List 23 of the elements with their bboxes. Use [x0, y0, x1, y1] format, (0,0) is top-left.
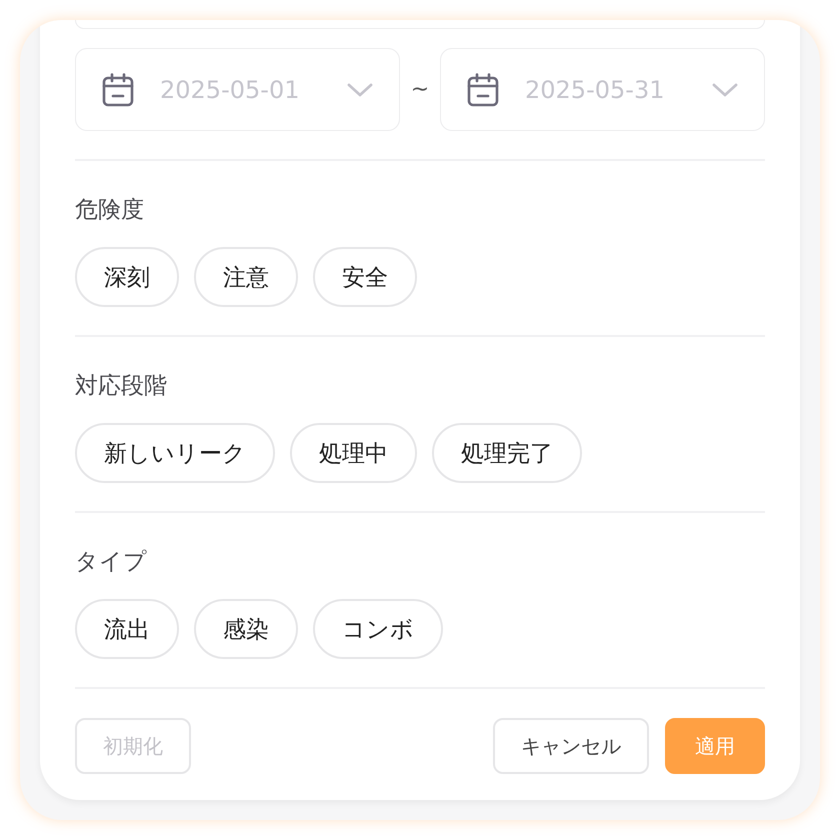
- chevron-down-icon[interactable]: [347, 82, 373, 96]
- section-title: 対応段階: [75, 372, 168, 401]
- filter-chip[interactable]: 処理中: [290, 423, 417, 483]
- filter-chip[interactable]: 感染: [194, 599, 298, 659]
- date-input[interactable]: 2025-05-01: [160, 76, 321, 104]
- chevron-down-icon[interactable]: [712, 82, 738, 96]
- end-date-field[interactable]: 2025-05-31: [440, 48, 765, 131]
- filter-chip[interactable]: 深刻: [75, 247, 179, 307]
- cancel-button[interactable]: キャンセル: [493, 718, 649, 774]
- range-separator: ~: [410, 77, 430, 102]
- section-title: タイプ: [75, 548, 148, 577]
- start-date-field[interactable]: 2025-05-01: [75, 48, 400, 131]
- calendar-icon: [102, 72, 134, 106]
- filter-chip[interactable]: 注意: [194, 247, 298, 307]
- filter-chip[interactable]: コンボ: [313, 599, 443, 659]
- filter-chip[interactable]: 新しいリーク: [75, 423, 275, 483]
- calendar-icon: [467, 72, 499, 106]
- filter-chip[interactable]: 安全: [313, 247, 417, 307]
- section-title: 危険度: [75, 196, 145, 225]
- filter-chip[interactable]: 流出: [75, 599, 179, 659]
- filter-chip[interactable]: 処理完了: [432, 423, 582, 483]
- input-field[interactable]: [75, 20, 765, 29]
- date-input[interactable]: 2025-05-31: [525, 76, 686, 104]
